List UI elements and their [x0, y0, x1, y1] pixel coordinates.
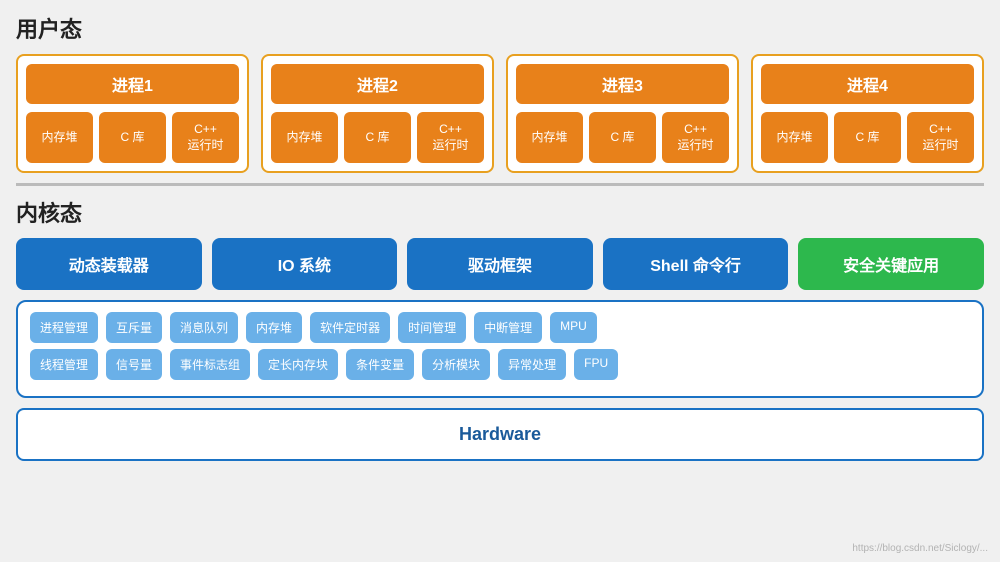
process-3-heap: 内存堆 — [516, 112, 583, 163]
safety-app-btn: 安全关键应用 — [798, 238, 984, 290]
process-1-box: 进程1 内存堆 C 库 C++运行时 — [16, 54, 249, 173]
io-system-btn: IO 系统 — [212, 238, 398, 290]
main-container: 用户态 进程1 内存堆 C 库 C++运行时 进程2 内存堆 C 库 C++运行… — [0, 0, 1000, 562]
hardware-box: Hardware — [16, 408, 984, 461]
kernel-space: 内核态 动态装载器 IO 系统 驱动框架 Shell 命令行 安全关键应用 进程… — [0, 186, 1000, 562]
shell-cmd-btn: Shell 命令行 — [603, 238, 789, 290]
driver-framework-btn: 驱动框架 — [407, 238, 593, 290]
kernel-row1: 动态装载器 IO 系统 驱动框架 Shell 命令行 安全关键应用 — [16, 238, 984, 290]
event-flags: 事件标志组 — [170, 349, 250, 380]
process-3-box: 进程3 内存堆 C 库 C++运行时 — [506, 54, 739, 173]
sw-timer: 软件定时器 — [310, 312, 390, 343]
kernel-components-row2: 线程管理 信号量 事件标志组 定长内存块 条件变量 分析模块 异常处理 FPU — [30, 349, 970, 380]
time-mgmt: 时间管理 — [398, 312, 466, 343]
processes-row: 进程1 内存堆 C 库 C++运行时 进程2 内存堆 C 库 C++运行时 进程… — [16, 54, 984, 173]
process-2-box: 进程2 内存堆 C 库 C++运行时 — [261, 54, 494, 173]
process-1-items: 内存堆 C 库 C++运行时 — [26, 112, 239, 163]
watermark: https://blog.csdn.net/Siclogy/... — [852, 543, 988, 554]
process-2-title: 进程2 — [271, 64, 484, 104]
process-4-title: 进程4 — [761, 64, 974, 104]
process-4-clib: C 库 — [834, 112, 901, 163]
memory-heap: 内存堆 — [246, 312, 302, 343]
process-1-heap: 内存堆 — [26, 112, 93, 163]
process-3-clib: C 库 — [589, 112, 656, 163]
process-4-items: 内存堆 C 库 C++运行时 — [761, 112, 974, 163]
process-1-clib: C 库 — [99, 112, 166, 163]
process-2-heap: 内存堆 — [271, 112, 338, 163]
process-2-cpp: C++运行时 — [417, 112, 484, 163]
fixed-mem: 定长内存块 — [258, 349, 338, 380]
thread-mgmt: 线程管理 — [30, 349, 98, 380]
exception-handle: 异常处理 — [498, 349, 566, 380]
analysis-module: 分析模块 — [422, 349, 490, 380]
kernel-space-title: 内核态 — [16, 196, 984, 228]
interrupt-mgmt: 中断管理 — [474, 312, 542, 343]
user-space: 用户态 进程1 内存堆 C 库 C++运行时 进程2 内存堆 C 库 C++运行… — [0, 0, 1000, 183]
user-space-title: 用户态 — [16, 12, 984, 44]
process-2-clib: C 库 — [344, 112, 411, 163]
dynamic-loader-btn: 动态装载器 — [16, 238, 202, 290]
process-1-cpp: C++运行时 — [172, 112, 239, 163]
kernel-components-box: 进程管理 互斥量 消息队列 内存堆 软件定时器 时间管理 中断管理 MPU 线程… — [16, 300, 984, 398]
process-4-cpp: C++运行时 — [907, 112, 974, 163]
mutex: 互斥量 — [106, 312, 162, 343]
kernel-components-row1: 进程管理 互斥量 消息队列 内存堆 软件定时器 时间管理 中断管理 MPU — [30, 312, 970, 343]
process-3-title: 进程3 — [516, 64, 729, 104]
semaphore: 信号量 — [106, 349, 162, 380]
process-2-items: 内存堆 C 库 C++运行时 — [271, 112, 484, 163]
process-4-box: 进程4 内存堆 C 库 C++运行时 — [751, 54, 984, 173]
condition-var: 条件变量 — [346, 349, 414, 380]
msg-queue: 消息队列 — [170, 312, 238, 343]
process-4-heap: 内存堆 — [761, 112, 828, 163]
fpu: FPU — [574, 349, 618, 380]
process-3-cpp: C++运行时 — [662, 112, 729, 163]
process-3-items: 内存堆 C 库 C++运行时 — [516, 112, 729, 163]
process-mgmt: 进程管理 — [30, 312, 98, 343]
process-1-title: 进程1 — [26, 64, 239, 104]
mpu: MPU — [550, 312, 597, 343]
